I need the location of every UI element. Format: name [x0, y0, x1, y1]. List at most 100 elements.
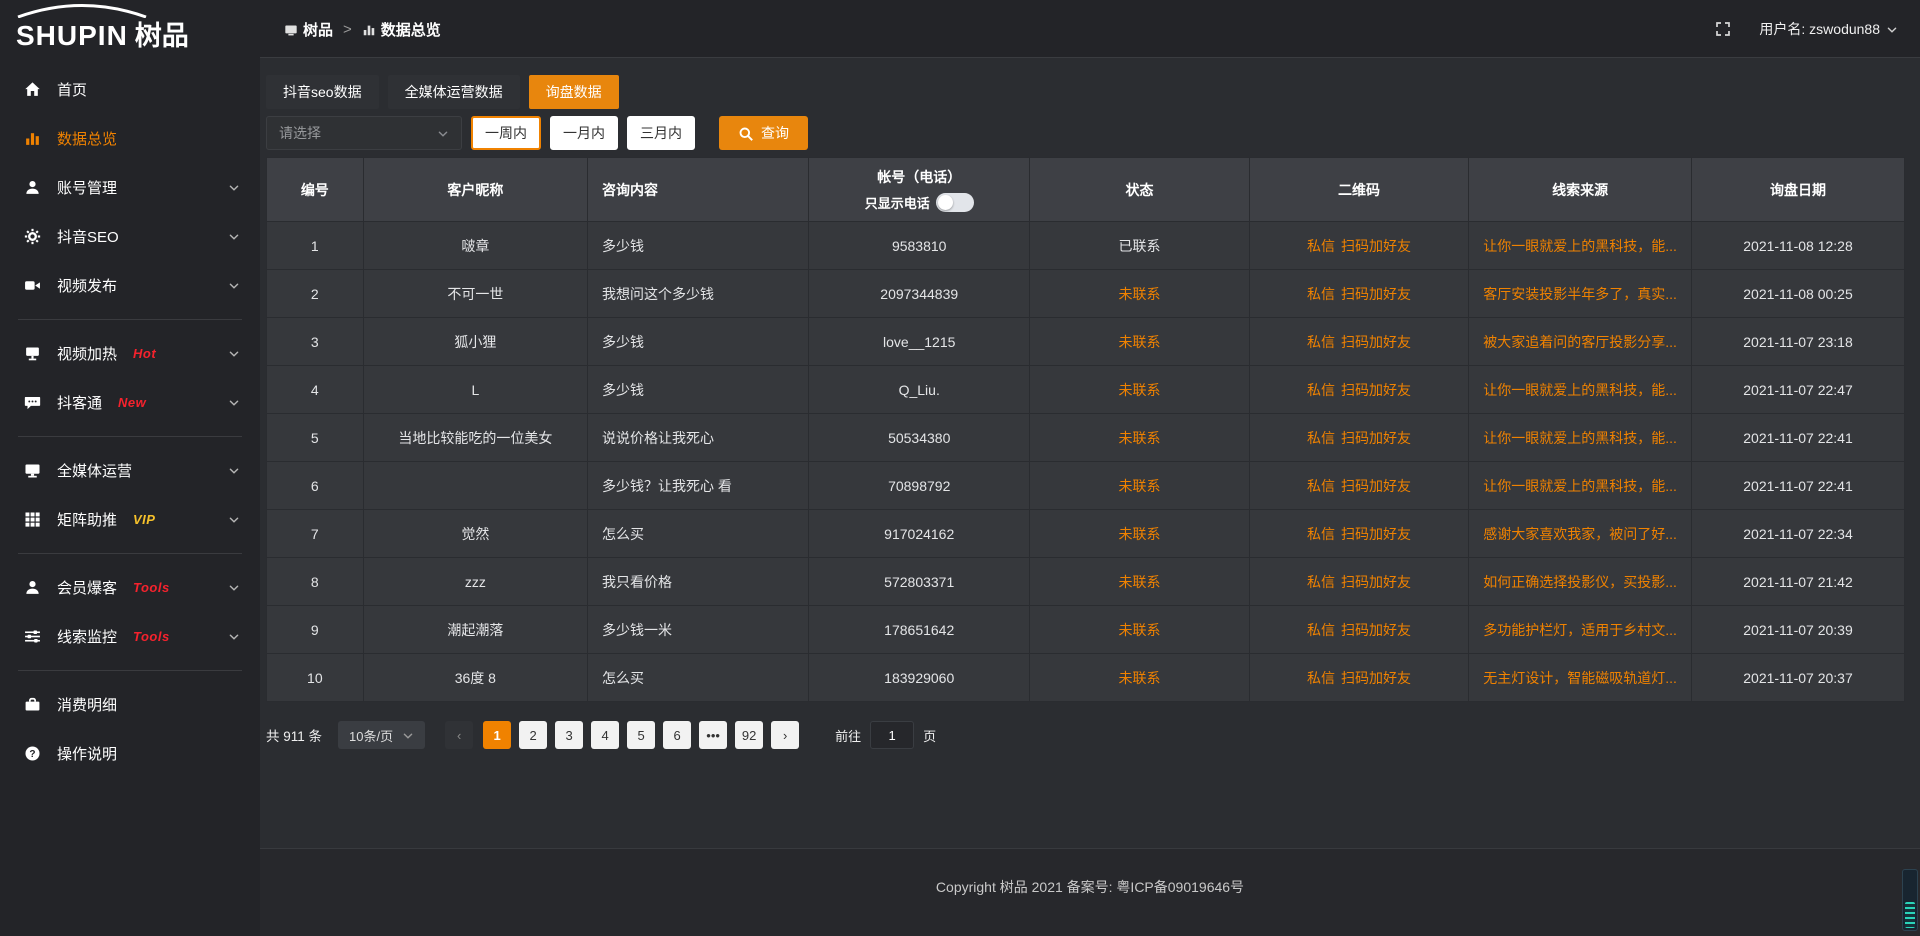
- range-button-one-month[interactable]: 一月内: [550, 116, 618, 150]
- page-button-4[interactable]: 4: [591, 721, 619, 749]
- breadcrumb-item-data-overview[interactable]: 数据总览: [362, 19, 441, 40]
- scan-add-friend-link[interactable]: 扫码加好友: [1341, 572, 1411, 592]
- sidebar-item-home[interactable]: 首页: [0, 65, 260, 114]
- chevron-down-icon: [437, 128, 449, 140]
- chevron-down-icon: [228, 182, 240, 194]
- scan-add-friend-link[interactable]: 扫码加好友: [1341, 476, 1411, 496]
- cell-id: 7: [267, 510, 364, 558]
- page-button-6[interactable]: 6: [663, 721, 691, 749]
- status-badge: 未联系: [1119, 430, 1161, 446]
- status-badge: 未联系: [1119, 286, 1161, 302]
- user-menu[interactable]: 用户名: zswodun88: [1759, 19, 1898, 39]
- sidebar-item-media-operation[interactable]: 全媒体运营: [0, 446, 260, 495]
- page-button-1[interactable]: 1: [483, 721, 511, 749]
- sidebar-item-operation-guide[interactable]: ?操作说明: [0, 729, 260, 778]
- range-button-one-week[interactable]: 一周内: [471, 116, 541, 150]
- source-link[interactable]: 让你一眼就爱上的黑科技，能...: [1483, 478, 1677, 494]
- private-message-link[interactable]: 私信: [1307, 572, 1335, 592]
- tab-douyin-seo-data[interactable]: 抖音seo数据: [266, 75, 379, 109]
- main-content: 抖音seo数据全媒体运营数据询盘数据 请选择 一周内一月内三月内 查询 编号 客…: [260, 58, 1920, 936]
- cell-account: 70898792: [809, 462, 1030, 510]
- sidebar-item-doukatong[interactable]: 抖客通New: [0, 378, 260, 427]
- private-message-link[interactable]: 私信: [1307, 668, 1335, 688]
- sidebar-item-clue-monitor[interactable]: 线索监控Tools: [0, 612, 260, 661]
- cell-nickname: 狐小狸: [363, 318, 587, 366]
- pagination: 共 911 条 10条/页 ‹ 123456•••92 › 前往 页: [266, 721, 1905, 749]
- source-link[interactable]: 让你一眼就爱上的黑科技，能...: [1483, 382, 1677, 398]
- cell-account: 50534380: [809, 414, 1030, 462]
- wallet-icon: [24, 696, 41, 713]
- sidebar-item-matrix-boost[interactable]: 矩阵助推VIP: [0, 495, 260, 544]
- filter-select[interactable]: 请选择: [266, 116, 462, 150]
- source-link[interactable]: 感谢大家喜欢我家，被问了好...: [1483, 526, 1677, 542]
- status-badge: 未联系: [1119, 574, 1161, 590]
- query-button[interactable]: 查询: [719, 116, 808, 150]
- private-message-link[interactable]: 私信: [1307, 284, 1335, 304]
- brand-logo: SHUPIN 树品: [0, 0, 260, 58]
- scan-add-friend-link[interactable]: 扫码加好友: [1341, 284, 1411, 304]
- source-link[interactable]: 多功能护栏灯，适用于乡村文...: [1483, 622, 1677, 638]
- scan-add-friend-link[interactable]: 扫码加好友: [1341, 236, 1411, 256]
- sidebar-item-account-management[interactable]: 账号管理: [0, 163, 260, 212]
- sidebar-item-label: 消费明细: [57, 694, 117, 715]
- fullscreen-icon[interactable]: [1715, 21, 1731, 37]
- tab-inquiry-data[interactable]: 询盘数据: [529, 75, 619, 109]
- sidebar-item-video-heat[interactable]: 视频加热Hot: [0, 329, 260, 378]
- page-jump-input[interactable]: [870, 721, 914, 749]
- private-message-link[interactable]: 私信: [1307, 380, 1335, 400]
- app-icon: [284, 23, 298, 37]
- sidebar-item-data-overview[interactable]: 数据总览: [0, 114, 260, 163]
- source-link[interactable]: 被大家追着问的客厅投影分享...: [1483, 334, 1677, 350]
- sidebar-item-video-publish[interactable]: 视频发布: [0, 261, 260, 310]
- sidebar-item-douyin-seo[interactable]: 抖音SEO: [0, 212, 260, 261]
- phone-only-toggle[interactable]: [936, 193, 974, 212]
- source-link[interactable]: 如何正确选择投影仪，买投影...: [1483, 574, 1677, 590]
- private-message-link[interactable]: 私信: [1307, 332, 1335, 352]
- private-message-link[interactable]: 私信: [1307, 620, 1335, 640]
- private-message-link[interactable]: 私信: [1307, 476, 1335, 496]
- source-link[interactable]: 让你一眼就爱上的黑科技，能...: [1483, 430, 1677, 446]
- scan-add-friend-link[interactable]: 扫码加好友: [1341, 332, 1411, 352]
- source-link[interactable]: 让你一眼就爱上的黑科技，能...: [1483, 238, 1677, 254]
- scan-add-friend-link[interactable]: 扫码加好友: [1341, 620, 1411, 640]
- cell-date: 2021-11-08 00:25: [1692, 270, 1905, 318]
- cell-nickname: 当地比较能吃的一位美女: [363, 414, 587, 462]
- status-badge: 未联系: [1119, 382, 1161, 398]
- scan-add-friend-link[interactable]: 扫码加好友: [1341, 428, 1411, 448]
- next-page-button[interactable]: ›: [771, 721, 799, 749]
- breadcrumb: 树品 > 数据总览: [284, 19, 441, 40]
- sidebar-item-consumption-detail[interactable]: 消费明细: [0, 680, 260, 729]
- table-row: 8zzz我只看价格572803371未联系私信扫码加好友如何正确选择投影仪，买投…: [267, 558, 1905, 606]
- expand-icon: [1715, 21, 1731, 37]
- source-link[interactable]: 客厅安装投影半年多了，真实...: [1483, 286, 1677, 302]
- chevron-down-icon: [1886, 24, 1898, 36]
- tab-media-operation-data[interactable]: 全媒体运营数据: [388, 75, 520, 109]
- filter-select-placeholder: 请选择: [279, 123, 321, 143]
- scan-add-friend-link[interactable]: 扫码加好友: [1341, 524, 1411, 544]
- page-button-2[interactable]: 2: [519, 721, 547, 749]
- logo-text-latin: SHUPIN: [16, 22, 128, 50]
- breadcrumb-item-home[interactable]: 树品: [284, 19, 333, 40]
- page-button-3[interactable]: 3: [555, 721, 583, 749]
- user-icon: [24, 179, 41, 196]
- page-ellipsis-button[interactable]: •••: [699, 721, 727, 749]
- breadcrumb-label: 树品: [303, 19, 333, 40]
- private-message-link[interactable]: 私信: [1307, 524, 1335, 544]
- scan-add-friend-link[interactable]: 扫码加好友: [1341, 668, 1411, 688]
- scan-add-friend-link[interactable]: 扫码加好友: [1341, 380, 1411, 400]
- prev-page-button[interactable]: ‹: [445, 721, 473, 749]
- page-button-92[interactable]: 92: [735, 721, 763, 749]
- cell-id: 9: [267, 606, 364, 654]
- sidebar-item-member-burst[interactable]: 会员爆客Tools: [0, 563, 260, 612]
- cell-source: 如何正确选择投影仪，买投影...: [1469, 558, 1692, 606]
- private-message-link[interactable]: 私信: [1307, 236, 1335, 256]
- sidebar-item-badge: Tools: [133, 629, 170, 644]
- page-jump: 前往 页: [835, 721, 936, 749]
- page-button-5[interactable]: 5: [627, 721, 655, 749]
- page-size-select[interactable]: 10条/页: [338, 721, 425, 749]
- source-link[interactable]: 无主灯设计，智能磁吸轨道灯...: [1483, 670, 1677, 686]
- cell-qrcode: 私信扫码加好友: [1249, 606, 1468, 654]
- private-message-link[interactable]: 私信: [1307, 428, 1335, 448]
- cell-nickname: zzz: [363, 558, 587, 606]
- range-button-three-months[interactable]: 三月内: [627, 116, 695, 150]
